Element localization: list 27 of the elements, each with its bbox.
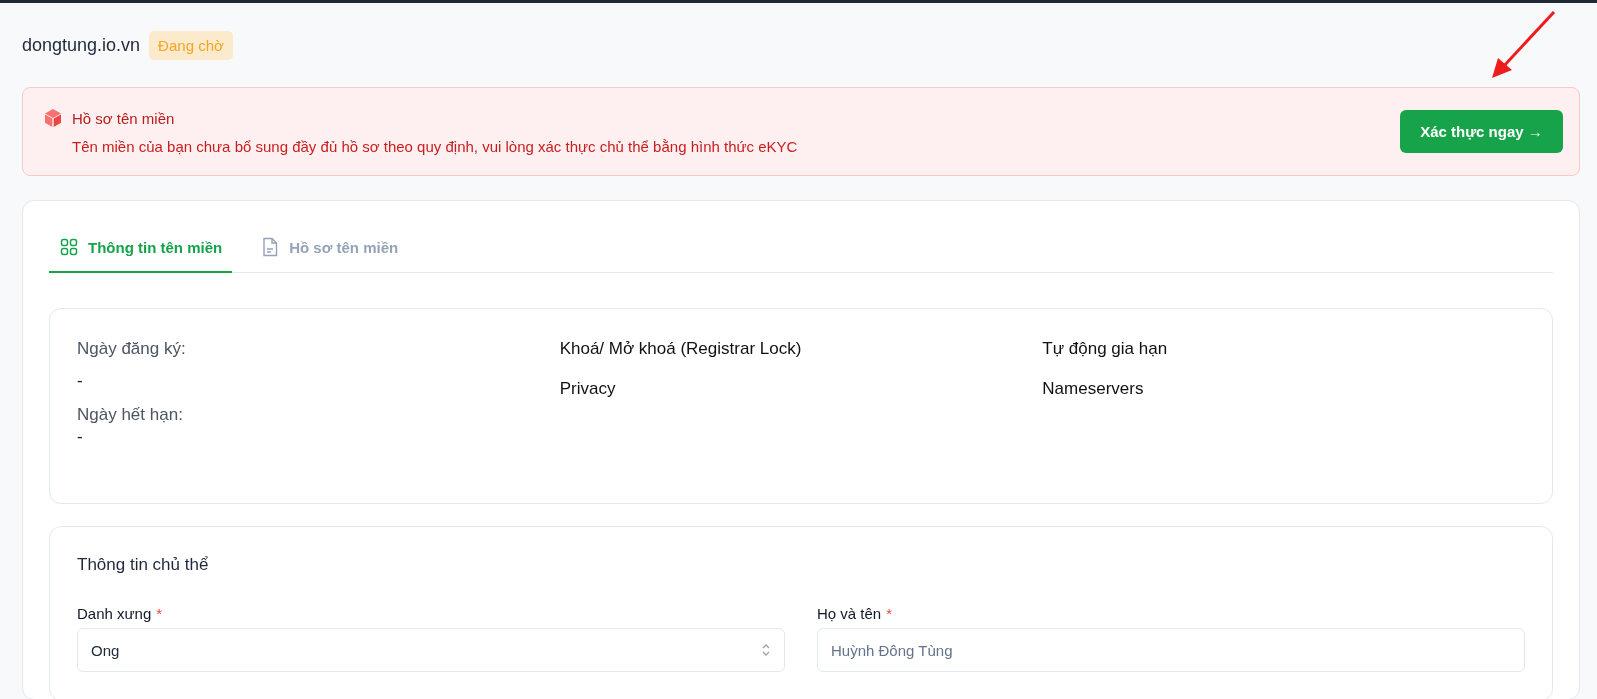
info-label: Ngày hết hạn: (77, 405, 184, 425)
info-label: Privacy (559, 379, 617, 399)
verify-button[interactable]: Xác thực ngay → (1400, 110, 1563, 153)
info-label: Nameservers (1042, 379, 1145, 399)
info-label: Ngày đăng ký: (77, 339, 187, 359)
cube-icon (43, 108, 63, 128)
domain-name: dongtung.io.vn (22, 34, 141, 56)
document-icon (261, 237, 280, 257)
tab[interactable]: Thông tin tên miền (49, 225, 233, 273)
section-title: Thông tin chủ thể (77, 555, 210, 575)
info-label: Tự động gia hạn (1042, 339, 1169, 359)
info-value: - (77, 427, 84, 447)
alert-message: Tên miền của bạn chưa bổ sung đầy đủ hồ sơ theo quy định, vui lòng xác thực chủ thể bằng hình thức eKYC (71, 138, 798, 155)
field-label: Họ và tên (817, 605, 882, 622)
status-badge: Đang chờ (149, 30, 233, 60)
chevron-icon (761, 642, 771, 658)
required-mark: * (156, 605, 163, 622)
required-mark: * (886, 605, 893, 622)
grid-icon (60, 238, 78, 256)
tab[interactable]: Hồ sơ tên miền (250, 225, 409, 273)
info-value: - (77, 371, 84, 391)
info-label: Khoá/ Mở khoá (Registrar Lock) (559, 339, 803, 359)
input-field[interactable]: Huỳnh Đông Tùng (817, 628, 1525, 672)
annotation-arrow (1490, 10, 1556, 80)
alert-title-text: Hồ sơ tên miền (72, 109, 175, 127)
select-field[interactable]: Ong (77, 628, 785, 672)
field-label: Danh xưng (77, 605, 152, 622)
